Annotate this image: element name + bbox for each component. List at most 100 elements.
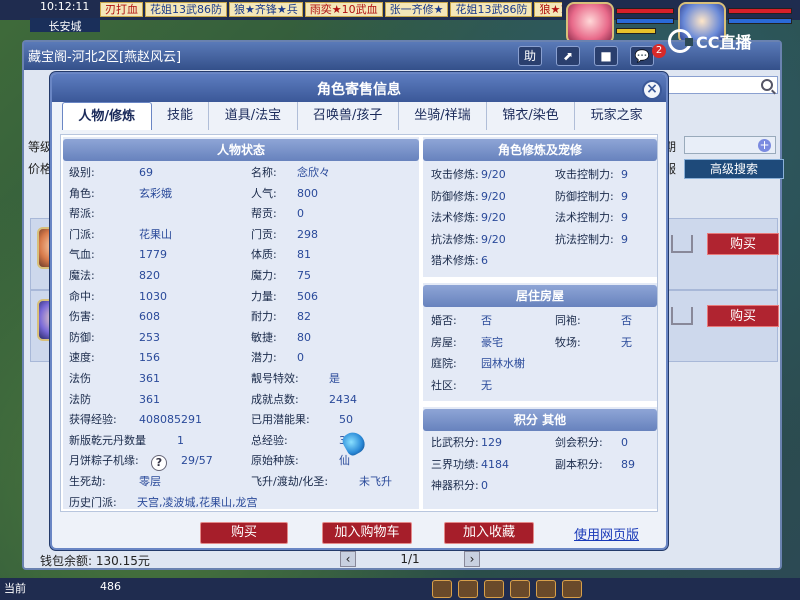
stat-label: 人气: (251, 186, 277, 200)
status-row: 角色: 玄彩娥 (69, 184, 249, 204)
info-label: 法术修炼: (431, 211, 479, 224)
quick-slot[interactable] (484, 580, 504, 598)
tab-4[interactable]: 坐骑/祥瑞 (399, 102, 487, 130)
hud-tag[interactable]: 花姐13武86防 (450, 2, 533, 17)
next-page-button[interactable]: › (464, 551, 480, 567)
status-row: 门派: 花果山 (69, 225, 249, 245)
status-row: 耐力: 82 (251, 307, 431, 327)
stat-value: 75 (297, 269, 311, 282)
hud-tag[interactable]: 张一齐修★ (384, 2, 449, 17)
modal-title: 角色寄售信息 (317, 82, 401, 98)
stat-value: 156 (139, 351, 160, 365)
tab-5[interactable]: 锦衣/染色 (487, 102, 576, 130)
tab-0[interactable]: 人物/修炼 (62, 102, 152, 130)
web-version-link[interactable]: 使用网页版 (574, 524, 654, 543)
tab-2[interactable]: 道具/法宝 (209, 102, 298, 130)
info-row: 抗法修炼: 9/20 抗法控制力: 9 (431, 230, 655, 250)
stat-value: 506 (297, 289, 318, 303)
player-hp-bar (616, 8, 674, 14)
info-value-2: 9 (621, 189, 628, 203)
role-consignment-modal: 角色寄售信息 × 人物/修炼 技能 道具/法宝 召唤兽/孩子 坐骑/祥瑞 锦衣/染色 玩家之… (50, 72, 668, 550)
help-button[interactable]: 助 (518, 46, 542, 66)
search-icon[interactable] (761, 79, 773, 91)
cc-logo-icon (668, 29, 693, 53)
stat-value: 天宫,凌波城,花果山,龙宫 (137, 495, 258, 509)
status-row: 法防 361 (69, 390, 249, 410)
info-label: 社区: (431, 378, 457, 392)
stat-label: 门贡: (251, 227, 277, 241)
listing-buy-button[interactable]: 购买 (707, 305, 779, 327)
stat-label: 伤害: (69, 310, 95, 324)
quick-slot[interactable] (562, 580, 582, 598)
hud-tag[interactable]: 刃打血 (100, 2, 143, 17)
status-row: 敏捷: 80 (251, 328, 431, 348)
info-label: 神器积分: (431, 479, 479, 492)
tab-6[interactable]: 玩家之家 (575, 102, 658, 130)
tab-3[interactable]: 召唤兽/孩子 (298, 102, 399, 130)
hud-location[interactable]: 长安城 (30, 18, 100, 33)
prev-page-button[interactable]: ‹ (340, 551, 356, 567)
stat-label: 获得经验: (69, 413, 117, 427)
stat-value: 2434 (329, 392, 357, 406)
close-button[interactable]: × (642, 80, 662, 100)
wallet-balance: 钱包余额: 130.15元 (40, 554, 150, 568)
info-value: 9/20 (481, 232, 506, 246)
house-section-header: 居住房屋 (423, 285, 657, 307)
buy-button[interactable]: 购买 (200, 522, 288, 544)
stat-value: 82 (297, 310, 311, 324)
status-row: 命中: 1030 (69, 287, 249, 307)
chat-button[interactable]: 💬 (630, 46, 654, 66)
player-mp-bar (616, 18, 674, 24)
info-value: 9/20 (481, 189, 506, 203)
info-row: 防御修炼: 9/20 防御控制力: 9 (431, 187, 655, 207)
stat-value: 80 (297, 330, 311, 344)
hud-tag[interactable]: 花姐13武86防 (145, 2, 227, 17)
stat-value: 0 (297, 351, 304, 365)
info-row: 攻击修炼: 9/20 攻击控制力: 9 (431, 165, 655, 185)
hud-tag[interactable]: 狼★10武★兵 (534, 2, 562, 17)
pagination: ‹ 1/1 › (340, 550, 480, 568)
status-row: 魔力: 75 (251, 266, 431, 286)
bottom-hud: 当前 486 (0, 578, 800, 600)
listing-buy-button[interactable]: 购买 (707, 233, 779, 255)
stat-label: 气血: (69, 248, 95, 262)
advanced-search-button[interactable]: 高级搜索 (684, 159, 784, 179)
quick-slot[interactable] (432, 580, 452, 598)
pet-hp-bar (728, 8, 792, 14)
quick-slot[interactable] (536, 580, 556, 598)
stat-value: 408085291 (139, 413, 202, 427)
filter-input[interactable]: + (684, 136, 776, 154)
hud-tag[interactable]: 狼★齐锋★兵 (229, 2, 303, 17)
plus-icon[interactable]: + (758, 139, 771, 152)
status-row: 总经验:34 (251, 431, 431, 451)
stat-label: 靓号特效: (251, 372, 299, 385)
stat-label: 敏捷: (251, 330, 277, 344)
share-button[interactable]: ⬈ (556, 46, 580, 66)
stop-button[interactable]: ■ (594, 46, 618, 66)
hud-tag[interactable]: 雨奕★10武血 (304, 2, 383, 17)
player-avatar[interactable] (566, 2, 614, 44)
add-to-favorites-button[interactable]: 加入收藏 (444, 522, 534, 544)
info-value-2: 0 (621, 436, 628, 449)
search-input[interactable] (664, 76, 778, 94)
stat-value: 1779 (139, 248, 167, 262)
stat-label: 月饼粽子机缘: (69, 454, 139, 468)
stat-label: 耐力: (251, 310, 277, 324)
stat-label: 生死劫: (69, 475, 106, 488)
tab-1[interactable]: 技能 (152, 102, 210, 130)
quick-slot[interactable] (510, 580, 530, 598)
cart-icon[interactable] (671, 307, 693, 325)
add-to-cart-button[interactable]: 加入购物车 (322, 522, 412, 544)
stat-label: 角色: (69, 186, 95, 200)
info-label-2: 剑会积分: (555, 436, 603, 449)
quick-slot[interactable] (458, 580, 478, 598)
stat-label: 成就点数: (251, 392, 299, 406)
info-value: 0 (481, 479, 488, 492)
stat-value: 361 (139, 392, 160, 406)
info-label: 攻击修炼: (431, 168, 479, 181)
cart-icon[interactable] (671, 235, 693, 253)
stat-label: 防御: (69, 330, 95, 344)
stat-label: 魔力: (251, 269, 277, 282)
info-label: 比武积分: (431, 436, 479, 449)
stat-label: 飞升/渡劫/化圣: (251, 475, 329, 488)
